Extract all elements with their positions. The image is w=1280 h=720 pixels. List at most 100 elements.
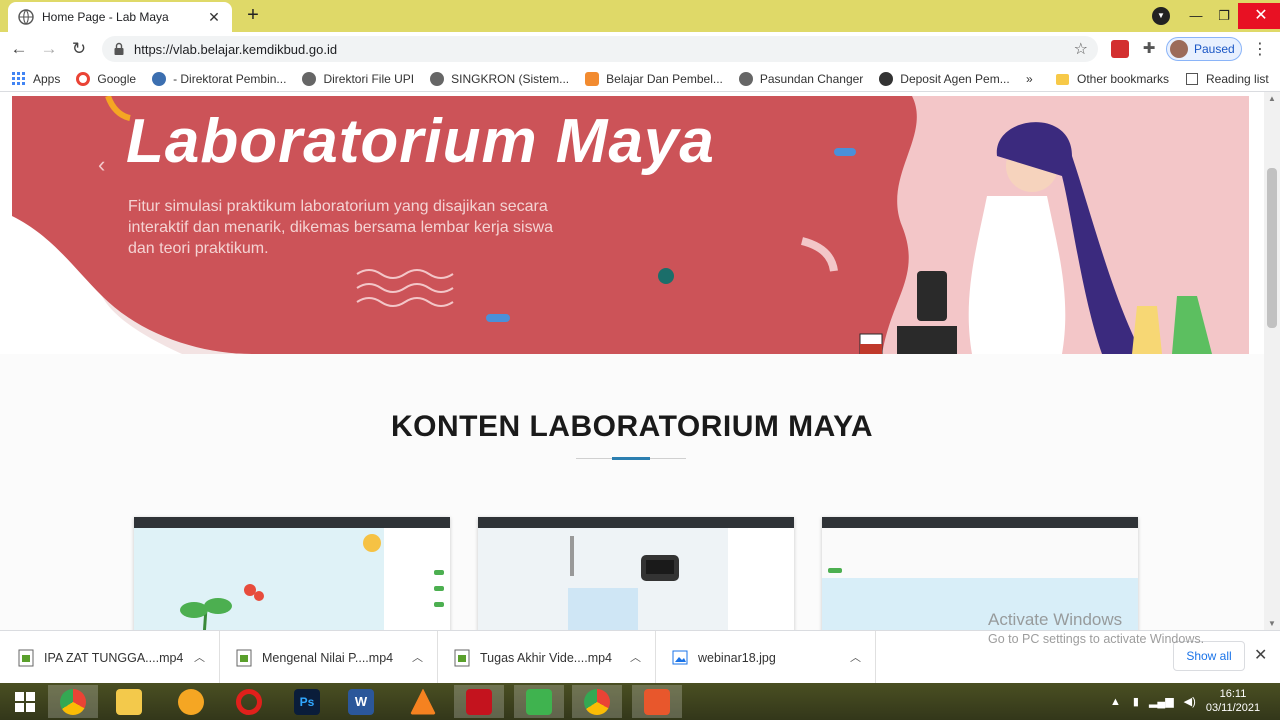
battery-icon[interactable]: ▮ xyxy=(1133,695,1139,708)
download-name: webinar18.jpg xyxy=(698,650,776,665)
new-tab-button[interactable]: + xyxy=(242,4,264,26)
taskbar-explorer[interactable] xyxy=(104,685,154,718)
start-button[interactable] xyxy=(0,685,50,718)
bookmark-pasundan[interactable]: Pasundan Changer xyxy=(738,71,863,86)
chevron-up-icon[interactable]: ︿ xyxy=(850,649,861,665)
extension-icon[interactable] xyxy=(1111,40,1129,58)
bookmarks-bar: Apps Google - Direktorat Pembin... Direk… xyxy=(0,66,1280,92)
app-icon xyxy=(178,688,204,715)
taskbar-opera[interactable] xyxy=(224,685,274,718)
signal-icon[interactable]: ▂▄▆ xyxy=(1149,695,1174,708)
bookmark-deposit[interactable]: Deposit Agen Pem... xyxy=(879,71,1010,86)
google-icon xyxy=(76,71,91,86)
system-tray: ▲ ▮ ▂▄▆ ◀) xyxy=(1110,683,1196,720)
download-item[interactable]: Mengenal Nilai P....mp4 ︿ xyxy=(220,631,438,684)
card-titik-beku[interactable] xyxy=(478,517,794,630)
vlc-icon xyxy=(410,688,436,715)
scroll-up-icon[interactable]: ▲ xyxy=(1268,94,1276,103)
volume-icon[interactable]: ◀) xyxy=(1184,695,1196,708)
photoshop-icon: Ps xyxy=(294,688,320,715)
taskbar-app-orange[interactable] xyxy=(166,685,216,718)
profile-button[interactable]: Paused xyxy=(1166,37,1242,61)
bookmark-direktorat[interactable]: - Direktorat Pembin... xyxy=(152,71,286,86)
menu-icon[interactable]: ⋮ xyxy=(1252,39,1268,59)
download-item[interactable]: webinar18.jpg ︿ xyxy=(656,631,876,684)
bookmark-label: Belajar Dan Pembel... xyxy=(606,71,723,86)
close-window-button[interactable]: ✕ xyxy=(1238,3,1280,29)
carousel-prev-button[interactable]: ‹ xyxy=(98,152,105,178)
bookmark-belajar[interactable]: Belajar Dan Pembel... xyxy=(585,71,723,86)
reading-list[interactable]: Reading list xyxy=(1186,66,1269,92)
reload-button[interactable]: ↻ xyxy=(68,38,90,60)
close-downloads-icon[interactable]: ✕ xyxy=(1254,645,1267,665)
bookmark-apps[interactable]: Apps xyxy=(12,71,60,86)
taskbar-photoshop[interactable]: Ps xyxy=(282,685,332,718)
site-icon xyxy=(879,71,894,86)
scroll-down-icon[interactable]: ▼ xyxy=(1268,619,1276,628)
folder-icon xyxy=(1056,73,1069,85)
divider-accent xyxy=(612,457,650,460)
download-name: IPA ZAT TUNGGA....mp4 xyxy=(44,650,184,665)
taskbar-acrobat[interactable] xyxy=(454,685,504,718)
chrome-icon xyxy=(60,688,86,715)
bookmark-label: SINGKRON (Sistem... xyxy=(451,71,570,86)
recorder-icon xyxy=(644,688,670,715)
puzzle-icon[interactable]: ✚ xyxy=(1140,40,1158,58)
reading-list-label: Reading list xyxy=(1206,72,1269,86)
tray-chevron-icon[interactable]: ▲ xyxy=(1110,696,1121,708)
forward-button[interactable]: → xyxy=(38,38,60,60)
download-item[interactable]: Tugas Akhir Vide....mp4 ︿ xyxy=(438,631,656,684)
bookmark-star-icon[interactable]: ☆ xyxy=(1074,39,1088,59)
minimize-button[interactable]: — xyxy=(1182,5,1210,27)
image-file-icon xyxy=(672,650,688,664)
bookmark-singkron[interactable]: SINGKRON (Sistem... xyxy=(430,71,570,86)
bookmark-direktori-upi[interactable]: Direktori File UPI xyxy=(302,71,415,86)
taskbar-vlc[interactable] xyxy=(398,685,448,718)
more-bookmarks-chevron[interactable]: » xyxy=(1026,66,1033,92)
globe-icon xyxy=(18,9,34,25)
globe-icon xyxy=(430,71,445,86)
hero-banner: ‹ Laboratorium Maya Fitur simulasi prakt… xyxy=(12,96,1249,354)
section-title: KONTEN LABORATORIUM MAYA xyxy=(390,410,874,443)
other-bookmarks[interactable]: Other bookmarks xyxy=(1056,66,1169,92)
browser-toolbar: ← → ↻ https://vlab.belajar.kemdikbud.go.… xyxy=(0,32,1280,66)
card-header xyxy=(134,517,450,528)
chevron-up-icon[interactable]: ︿ xyxy=(194,649,205,665)
card-fotosintesis[interactable] xyxy=(134,517,450,630)
blogger-icon xyxy=(585,71,600,86)
card-header xyxy=(478,517,794,528)
clock-date: 03/11/2021 xyxy=(1205,702,1261,714)
reading-list-icon xyxy=(1186,73,1198,85)
chevron-up-icon[interactable]: ︿ xyxy=(412,649,423,665)
download-item[interactable]: IPA ZAT TUNGGA....mp4 ︿ xyxy=(0,631,220,684)
card-preview xyxy=(478,528,790,630)
bookmark-label: Direktori File UPI xyxy=(323,71,415,86)
tab-home-page[interactable]: Home Page - Lab Maya ✕ xyxy=(8,2,232,32)
windows-taskbar: Ps W ▲ ▮ ▂▄▆ ◀) 16:11 03/11/2021 xyxy=(0,683,1280,720)
taskbar-chrome[interactable] xyxy=(48,685,98,718)
chevron-up-icon[interactable]: ︿ xyxy=(630,649,641,665)
window-controls: — ❐ ✕ xyxy=(1182,0,1280,32)
tab-search-icon[interactable]: ▼ xyxy=(1152,7,1170,25)
restore-button[interactable]: ❐ xyxy=(1210,5,1238,27)
address-bar[interactable]: https://vlab.belajar.kemdikbud.go.id ☆ xyxy=(102,36,1098,62)
hero-title: Laboratorium Maya xyxy=(126,107,715,176)
watermark-line-1: Activate Windows xyxy=(988,610,1123,629)
taskbar-camtasia[interactable] xyxy=(514,685,564,718)
bookmark-google[interactable]: Google xyxy=(76,71,136,86)
page-scrollbar[interactable]: ▲ ▼ xyxy=(1264,92,1280,630)
page-viewport: ‹ Laboratorium Maya Fitur simulasi prakt… xyxy=(0,92,1264,630)
opera-icon xyxy=(236,688,262,715)
taskbar-recorder[interactable] xyxy=(632,685,682,718)
back-button[interactable]: ← xyxy=(8,38,30,60)
video-file-icon xyxy=(236,649,252,666)
video-file-icon xyxy=(18,649,34,666)
close-tab-icon[interactable]: ✕ xyxy=(206,9,222,26)
taskbar-chrome-2[interactable] xyxy=(572,685,622,718)
scroll-thumb[interactable] xyxy=(1267,168,1277,328)
taskbar-word[interactable]: W xyxy=(336,685,386,718)
tab-title: Home Page - Lab Maya xyxy=(42,10,169,24)
site-icon xyxy=(152,71,167,86)
taskbar-clock[interactable]: 16:11 03/11/2021 xyxy=(1198,687,1268,715)
camtasia-icon xyxy=(526,688,552,715)
